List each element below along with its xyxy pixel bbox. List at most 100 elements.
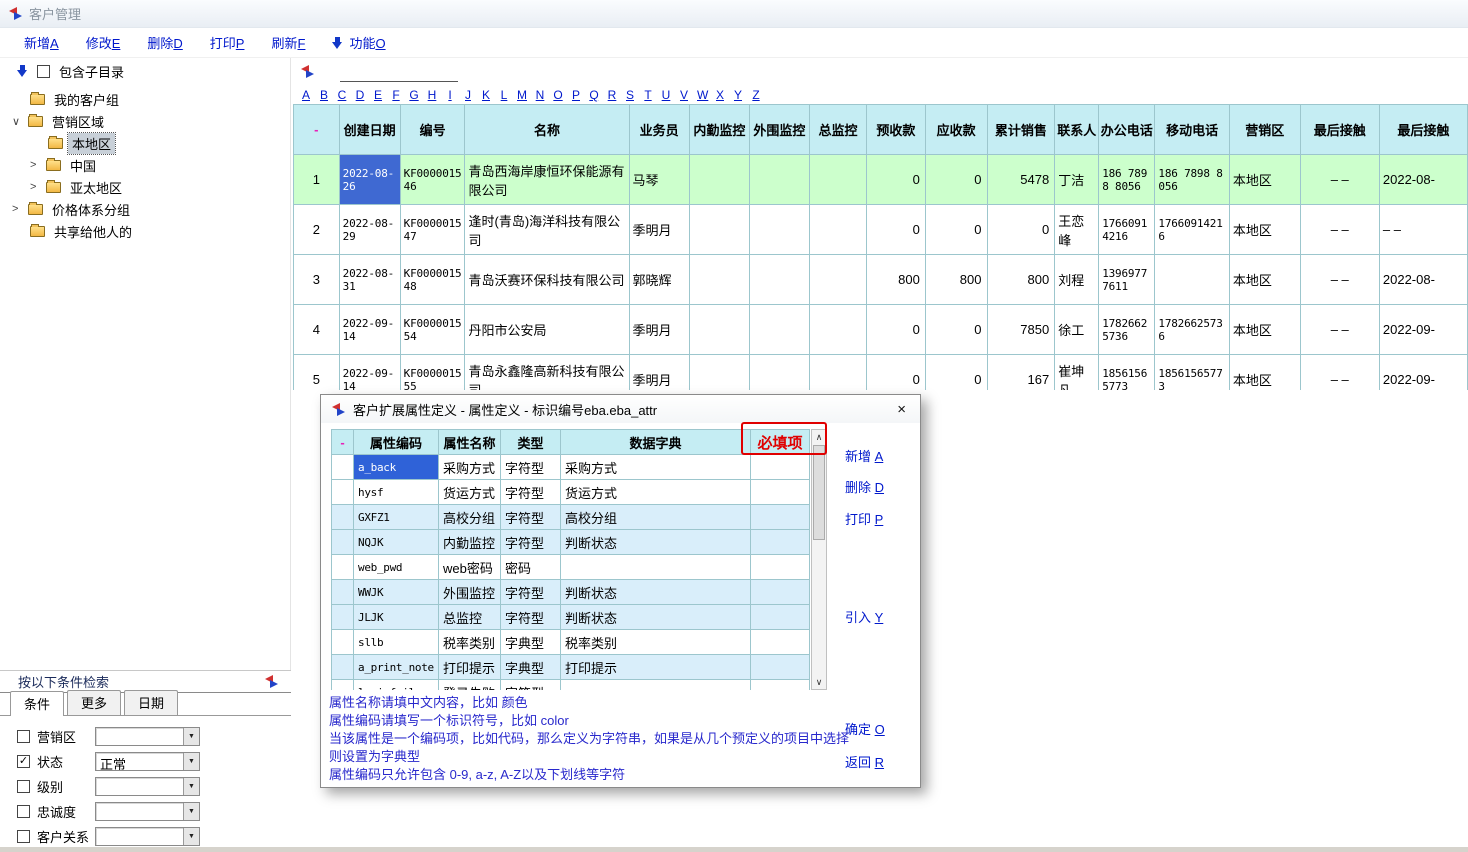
filter-dropdown-region[interactable]: ▼ (95, 727, 200, 746)
tree-expander-icon[interactable]: > (30, 159, 46, 171)
cell-attr-type[interactable]: 字符型 (501, 580, 561, 605)
cell-total-monitor[interactable] (809, 255, 866, 305)
cell-contact[interactable]: 刘程 (1055, 255, 1099, 305)
tree-item-price-system-group[interactable]: >价格体系分组 (0, 198, 290, 220)
column-header-create-date[interactable]: 创建日期 (339, 105, 400, 155)
cell-external-monitor[interactable] (749, 305, 809, 355)
attr-column-header-attr-code[interactable]: 属性编码 (354, 430, 439, 455)
cell-prepaid[interactable]: 0 (867, 305, 926, 355)
letter-link-T[interactable]: T (643, 88, 653, 102)
tree-item-my-customer-group[interactable]: 我的客户组 (0, 88, 290, 110)
cell-code[interactable]: KF000001554 (400, 305, 465, 355)
attribute-table-scrollbar[interactable]: ∧ ∨ (811, 429, 827, 690)
cell-code[interactable]: KF000001555 (400, 355, 465, 391)
toolbar-button-print[interactable]: 打印P (210, 33, 245, 52)
cell-contact[interactable]: 徐工 (1055, 305, 1099, 355)
cell-required[interactable] (751, 555, 810, 580)
cell-row-index[interactable] (332, 505, 354, 530)
filter-checkbox-loyalty[interactable] (17, 805, 30, 818)
cell-row-index[interactable] (332, 580, 354, 605)
cell-region[interactable]: 本地区 (1229, 355, 1300, 391)
dropdown-arrow-icon[interactable]: ▼ (183, 803, 199, 820)
dropdown-arrow-icon[interactable]: ▼ (183, 728, 199, 745)
letter-link-D[interactable]: D (355, 88, 365, 102)
cell-required[interactable] (751, 580, 810, 605)
tree-expander-icon[interactable]: ∨ (12, 115, 28, 128)
cell-data-dict[interactable]: 判断状态 (561, 605, 751, 630)
cell-data-dict[interactable]: 采购方式 (561, 455, 751, 480)
letter-link-N[interactable]: N (535, 88, 545, 102)
tree-expander-icon[interactable]: > (12, 203, 28, 215)
cell-data-dict[interactable]: 判断状态 (561, 580, 751, 605)
filter-tab-date[interactable]: 日期 (124, 690, 178, 715)
letter-link-R[interactable]: R (607, 88, 617, 102)
cell-attr-code[interactable]: loginfailure (354, 680, 439, 691)
cell-required[interactable] (751, 455, 810, 480)
cell-salesperson[interactable]: 郭晓辉 (629, 255, 689, 305)
cell-region[interactable]: 本地区 (1229, 255, 1300, 305)
cell-attr-name[interactable]: 采购方式 (439, 455, 501, 480)
column-header-prepaid[interactable]: 预收款 (867, 105, 926, 155)
cell-create-date[interactable]: 2022-08-29 (339, 205, 400, 255)
tree-item-china[interactable]: >中国 (0, 154, 290, 176)
cell-last-contact-2[interactable]: 2022-08- (1379, 255, 1467, 305)
cell-last-contact[interactable]: – – (1300, 255, 1379, 305)
cell-attr-type[interactable]: 字符型 (501, 605, 561, 630)
cell-total-sales[interactable]: 0 (987, 205, 1055, 255)
cell-name[interactable]: 青岛西海岸康恒环保能源有限公司 (465, 155, 629, 205)
letter-link-B[interactable]: B (319, 88, 329, 102)
dialog-button-ok[interactable]: 确定 O (845, 719, 885, 738)
scrollbar-thumb[interactable] (813, 445, 825, 540)
cell-receivable[interactable]: 0 (925, 155, 987, 205)
filter-dropdown-status[interactable]: 正常▼ (95, 752, 200, 771)
cell-row-index[interactable]: 3 (294, 255, 340, 305)
cell-office-phone[interactable]: 17660914216 (1099, 205, 1155, 255)
cell-required[interactable] (751, 480, 810, 505)
cell-receivable[interactable]: 0 (925, 305, 987, 355)
column-header-office-phone[interactable]: 办公电话 (1099, 105, 1155, 155)
column-header-region[interactable]: 营销区 (1229, 105, 1300, 155)
cell-contact[interactable]: 王恋峰 (1055, 205, 1099, 255)
letter-link-I[interactable]: I (445, 88, 455, 102)
letter-link-X[interactable]: X (715, 88, 725, 102)
cell-attr-type[interactable]: 字符型 (501, 680, 561, 691)
cell-salesperson[interactable]: 季明月 (629, 205, 689, 255)
letter-link-Z[interactable]: Z (751, 88, 761, 102)
cell-receivable[interactable]: 0 (925, 205, 987, 255)
attr-column-header-data-dict[interactable]: 数据字典 (561, 430, 751, 455)
cell-last-contact-2[interactable]: 2022-08- (1379, 155, 1467, 205)
cell-attr-code[interactable]: GXFZ1 (354, 505, 439, 530)
cell-attr-type[interactable]: 字典型 (501, 655, 561, 680)
cell-total-monitor[interactable] (809, 155, 866, 205)
cell-data-dict[interactable]: 货运方式 (561, 480, 751, 505)
cell-region[interactable]: 本地区 (1229, 155, 1300, 205)
column-header-salesperson[interactable]: 业务员 (629, 105, 689, 155)
tree-item-marketing-region[interactable]: ∨营销区域 (0, 110, 290, 132)
cell-mobile-phone[interactable]: 186 7898 8056 (1155, 155, 1229, 205)
letter-link-J[interactable]: J (463, 88, 473, 102)
cell-prepaid[interactable]: 0 (867, 355, 926, 391)
cell-last-contact-2[interactable]: – – (1379, 205, 1467, 255)
cell-attr-code[interactable]: a_print_note (354, 655, 439, 680)
toolbar-button-add[interactable]: 新增A (24, 33, 59, 52)
cell-mobile-phone[interactable]: 18561565773 (1155, 355, 1229, 391)
attr-column-header-row-index[interactable]: - (332, 430, 354, 455)
cell-external-monitor[interactable] (749, 155, 809, 205)
cell-internal-monitor[interactable] (689, 205, 749, 255)
column-header-contact[interactable]: 联系人 (1055, 105, 1099, 155)
scroll-down-icon[interactable]: ∨ (812, 675, 826, 689)
cell-attr-name[interactable]: 税率类别 (439, 630, 501, 655)
letter-link-E[interactable]: E (373, 88, 383, 102)
cell-contact[interactable]: 崔坤凡 (1055, 355, 1099, 391)
dialog-button-add[interactable]: 新增 A (845, 446, 883, 465)
dialog-button-delete[interactable]: 删除 D (845, 477, 884, 496)
cell-office-phone[interactable]: 186 7898 8056 (1099, 155, 1155, 205)
cell-create-date[interactable]: 2022-08-26 (339, 155, 400, 205)
cell-row-index[interactable]: 5 (294, 355, 340, 391)
cell-attr-name[interactable]: web密码 (439, 555, 501, 580)
cell-attr-code[interactable]: a_back (354, 455, 439, 480)
column-header-internal-monitor[interactable]: 内勤监控 (689, 105, 749, 155)
filter-dropdown-relation[interactable]: ▼ (95, 827, 200, 846)
quick-search-input[interactable] (340, 62, 458, 82)
cell-internal-monitor[interactable] (689, 305, 749, 355)
